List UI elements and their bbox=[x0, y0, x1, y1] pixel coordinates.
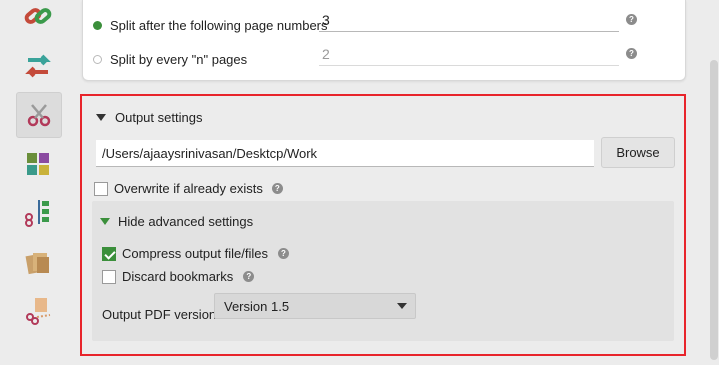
split-options-card: Split after the following page numbers 3… bbox=[82, 0, 686, 81]
n-pages-input[interactable]: 2 bbox=[319, 44, 619, 66]
output-settings-panel: Output settings /Users/ajaaysrinivasan/D… bbox=[80, 94, 686, 356]
help-icon[interactable]: ? bbox=[277, 248, 289, 259]
discard-bookmarks-label: Discard bookmarks bbox=[122, 269, 234, 284]
scrollbar[interactable] bbox=[704, 0, 719, 365]
collapse-triangle-icon bbox=[96, 114, 106, 121]
hide-advanced-label: Hide advanced settings bbox=[118, 214, 254, 229]
discard-bookmarks-option[interactable]: Discard bookmarks ? bbox=[102, 269, 255, 284]
scrollbar-thumb[interactable] bbox=[710, 60, 718, 360]
compress-option[interactable]: Compress output file/files ? bbox=[102, 246, 289, 261]
help-icon[interactable]: ? bbox=[626, 48, 637, 59]
pdf-version-select[interactable]: Version 1.5 bbox=[214, 293, 416, 319]
help-icon[interactable]: ? bbox=[243, 271, 255, 282]
radio-selected-icon[interactable] bbox=[93, 21, 102, 30]
overwrite-checkbox[interactable] bbox=[94, 181, 108, 196]
tool-sidebar bbox=[0, 0, 80, 365]
output-settings-title: Output settings bbox=[115, 110, 203, 125]
output-settings-toggle[interactable]: Output settings bbox=[96, 110, 202, 125]
page-numbers-input[interactable]: 3 bbox=[319, 10, 619, 32]
chain-link-icon[interactable] bbox=[16, 0, 60, 38]
split-after-pages-option[interactable]: Split after the following page numbers bbox=[93, 18, 328, 33]
discard-bookmarks-checkbox[interactable] bbox=[102, 269, 116, 284]
split-every-n-label: Split by every "n" pages bbox=[110, 52, 248, 67]
radio-unselected-icon[interactable] bbox=[93, 55, 102, 64]
pdf-version-label: Output PDF version: bbox=[102, 307, 220, 322]
help-icon[interactable]: ? bbox=[626, 14, 637, 25]
browse-button[interactable]: Browse bbox=[601, 137, 675, 168]
compress-checkbox[interactable] bbox=[102, 246, 116, 261]
stack-pages-icon[interactable] bbox=[16, 240, 60, 284]
overwrite-option[interactable]: Overwrite if already exists ? bbox=[94, 181, 283, 196]
collapse-triangle-icon bbox=[100, 218, 110, 225]
help-icon[interactable]: ? bbox=[271, 183, 283, 194]
destination-path-input[interactable]: /Users/ajaaysrinivasan/Desktcp/Work bbox=[96, 140, 594, 167]
compress-arrows-icon[interactable] bbox=[16, 142, 60, 186]
rotate-arrows-icon[interactable] bbox=[16, 44, 60, 88]
scissors-icon[interactable] bbox=[16, 92, 62, 138]
cut-pages-icon[interactable] bbox=[16, 288, 60, 332]
chevron-down-icon bbox=[397, 303, 407, 309]
tree-scissors-icon[interactable] bbox=[16, 190, 60, 234]
compress-label: Compress output file/files bbox=[122, 246, 268, 261]
split-every-n-option[interactable]: Split by every "n" pages bbox=[93, 52, 247, 67]
overwrite-label: Overwrite if already exists bbox=[114, 181, 263, 196]
pdf-version-value: Version 1.5 bbox=[224, 298, 290, 314]
advanced-settings-box: Hide advanced settings Compress output f… bbox=[92, 201, 674, 341]
hide-advanced-toggle[interactable]: Hide advanced settings bbox=[100, 214, 253, 229]
split-after-pages-label: Split after the following page numbers bbox=[110, 18, 328, 33]
